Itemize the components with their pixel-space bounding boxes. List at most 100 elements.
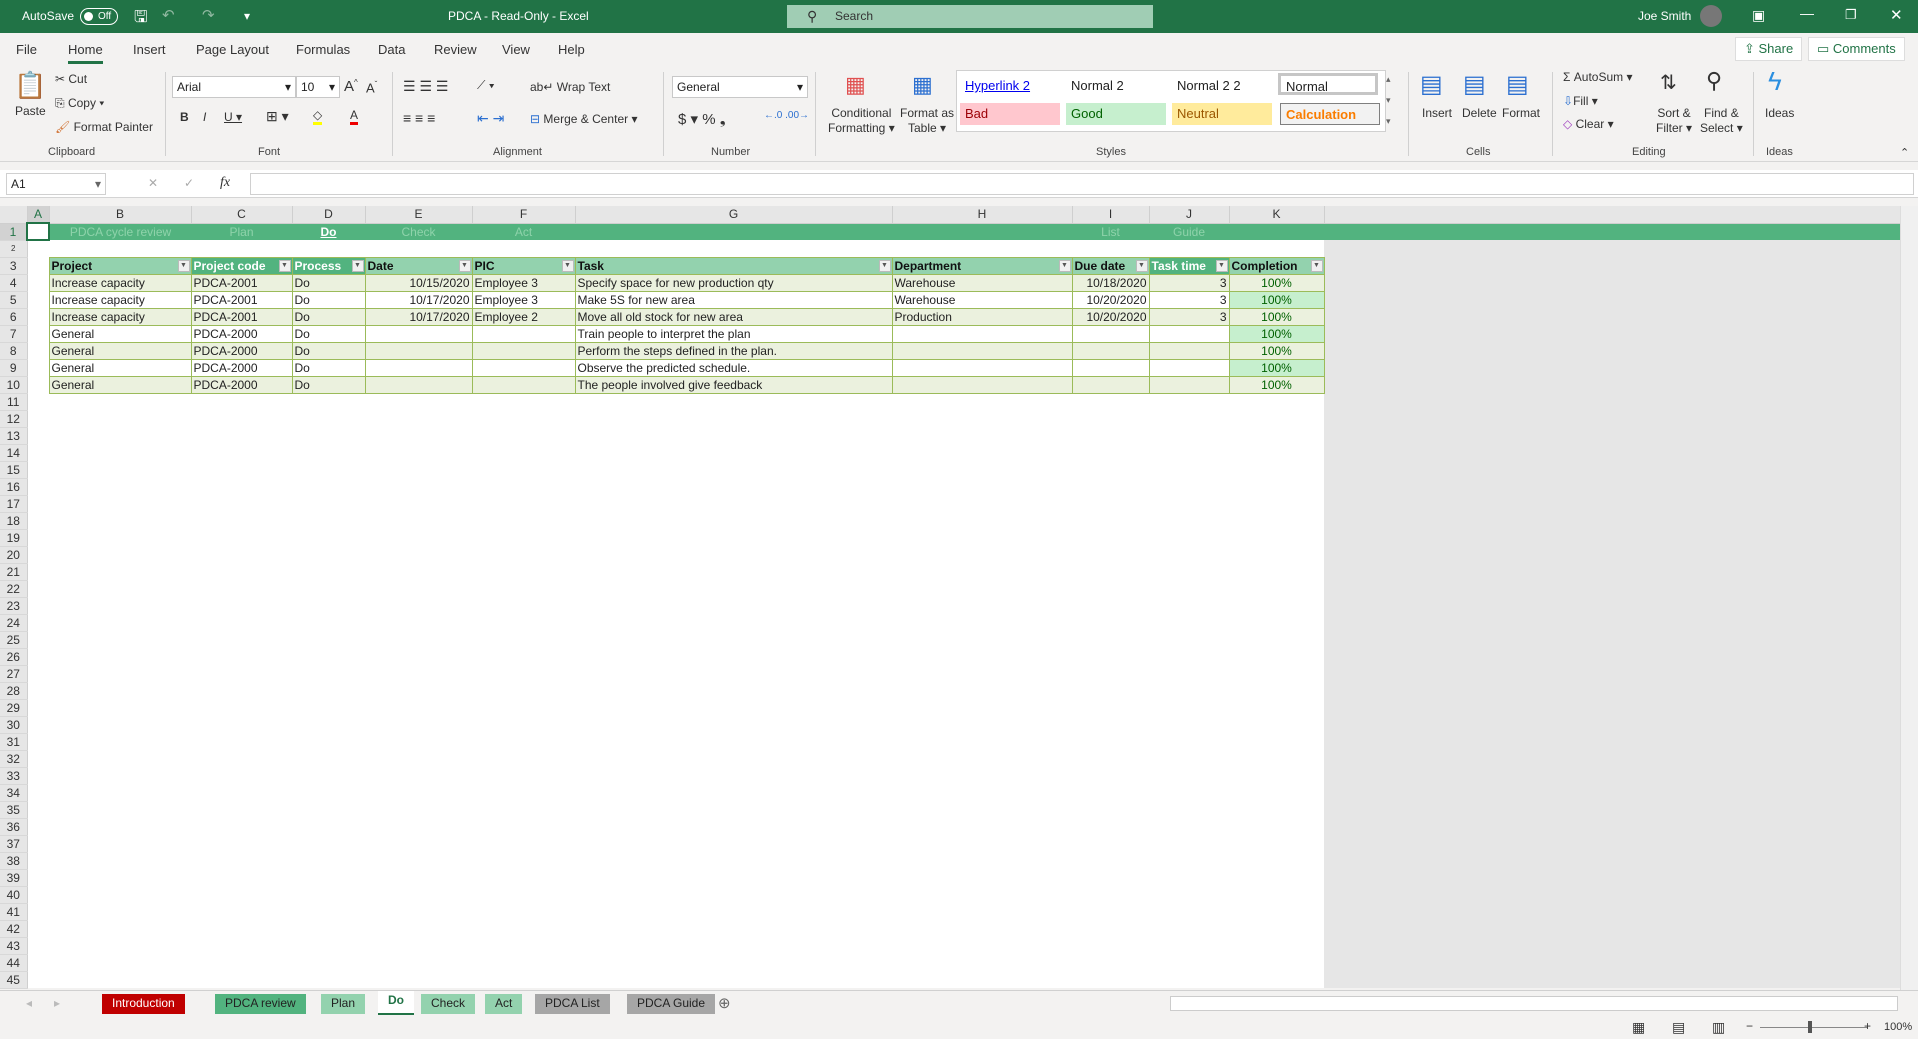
paste-button[interactable]: Paste	[15, 104, 46, 118]
format-cells-button[interactable]: Format	[1502, 106, 1540, 120]
cell[interactable]	[472, 971, 575, 988]
name-box[interactable]: A1 ▾	[6, 173, 106, 195]
cell[interactable]	[27, 869, 49, 886]
cell[interactable]	[191, 971, 292, 988]
cell[interactable]	[1149, 801, 1229, 818]
font-size-select[interactable]: 10 ▾	[296, 76, 340, 98]
cell[interactable]	[1149, 784, 1229, 801]
filter-dropdown-icon[interactable]: ▼	[1135, 259, 1148, 272]
column-header-I[interactable]: I	[1072, 206, 1150, 224]
cell[interactable]	[27, 410, 49, 427]
cell[interactable]	[49, 393, 191, 410]
cell[interactable]	[1149, 580, 1229, 597]
row-header-18[interactable]: 18	[0, 512, 28, 530]
cell[interactable]	[892, 461, 1072, 478]
cell[interactable]	[365, 767, 472, 784]
page-break-view-icon[interactable]: ▥	[1712, 1019, 1725, 1036]
row-header-6[interactable]: 6	[0, 308, 28, 326]
column-header-G[interactable]: G	[575, 206, 893, 224]
cell[interactable]	[1149, 240, 1229, 257]
cell[interactable]	[1229, 920, 1324, 937]
cell[interactable]	[575, 563, 892, 580]
row-header-41[interactable]: 41	[0, 903, 28, 921]
row-header-12[interactable]: 12	[0, 410, 28, 428]
cell[interactable]	[191, 733, 292, 750]
autosave-toggle[interactable]: Off	[80, 8, 118, 25]
cell[interactable]	[49, 903, 191, 920]
cell[interactable]	[365, 240, 472, 257]
cell[interactable]	[1229, 427, 1324, 444]
zoom-out-icon[interactable]: −	[1746, 1019, 1753, 1033]
cell[interactable]	[292, 461, 365, 478]
cell[interactable]	[472, 410, 575, 427]
page-layout-view-icon[interactable]: ▤	[1672, 1019, 1685, 1036]
table-cell[interactable]: General	[48, 324, 192, 343]
search-box[interactable]: ⚲ Search	[787, 5, 1153, 28]
row-header-35[interactable]: 35	[0, 801, 28, 819]
cell[interactable]	[892, 614, 1072, 631]
cell[interactable]	[472, 393, 575, 410]
filter-dropdown-icon[interactable]: ▼	[1058, 259, 1071, 272]
cell[interactable]	[892, 699, 1072, 716]
cell[interactable]	[292, 920, 365, 937]
cell[interactable]	[1229, 546, 1324, 563]
column-header-A[interactable]: A	[27, 206, 50, 224]
nav-link-cell[interactable]: Plan	[191, 223, 292, 240]
table-cell[interactable]: Employee 3	[471, 273, 576, 292]
cell[interactable]	[365, 716, 472, 733]
avatar[interactable]	[1700, 5, 1722, 27]
filter-dropdown-icon[interactable]: ▼	[878, 259, 891, 272]
cell[interactable]	[472, 852, 575, 869]
cell[interactable]	[27, 274, 49, 291]
cell[interactable]	[49, 954, 191, 971]
horizontal-scrollbar[interactable]	[1170, 996, 1898, 1011]
cell[interactable]	[27, 954, 49, 971]
cell[interactable]	[292, 801, 365, 818]
cell[interactable]	[49, 869, 191, 886]
cell[interactable]	[892, 835, 1072, 852]
cell[interactable]	[49, 529, 191, 546]
cell[interactable]	[49, 461, 191, 478]
cell[interactable]	[27, 580, 49, 597]
cell[interactable]	[27, 444, 49, 461]
filter-dropdown-icon[interactable]: ▼	[278, 259, 291, 272]
table-cell[interactable]: Warehouse	[891, 290, 1073, 309]
row-header-9[interactable]: 9	[0, 359, 28, 377]
cell[interactable]	[1229, 665, 1324, 682]
table-header-date[interactable]: Date ▼	[364, 256, 473, 275]
table-header-due-date[interactable]: Due date ▼	[1071, 256, 1150, 275]
cell[interactable]	[292, 512, 365, 529]
cell[interactable]	[1149, 495, 1229, 512]
table-header-task-time[interactable]: Task time ▼	[1148, 256, 1230, 275]
cell[interactable]	[365, 546, 472, 563]
table-cell[interactable]: 100%	[1228, 324, 1325, 343]
cell[interactable]	[365, 580, 472, 597]
cell[interactable]	[292, 716, 365, 733]
sheet-tab-plan[interactable]: Plan	[321, 994, 366, 1014]
cell[interactable]	[1149, 716, 1229, 733]
cell[interactable]	[1149, 597, 1229, 614]
cell[interactable]	[365, 665, 472, 682]
cell[interactable]	[892, 240, 1072, 257]
zoom-slider[interactable]	[1760, 1027, 1868, 1028]
cell[interactable]	[1072, 427, 1149, 444]
column-header-K[interactable]: K	[1229, 206, 1325, 224]
cell[interactable]	[575, 597, 892, 614]
cell[interactable]	[472, 937, 575, 954]
cell[interactable]	[892, 410, 1072, 427]
currency-icon[interactable]: $ ▾ % ❟	[678, 110, 726, 128]
cell[interactable]	[575, 835, 892, 852]
cell[interactable]	[1149, 818, 1229, 835]
insert-function-button[interactable]: fx	[220, 175, 230, 191]
cell[interactable]	[1149, 699, 1229, 716]
cell[interactable]	[49, 614, 191, 631]
row-header-17[interactable]: 17	[0, 495, 28, 513]
cell[interactable]	[892, 495, 1072, 512]
cell[interactable]	[892, 444, 1072, 461]
cell[interactable]	[49, 920, 191, 937]
cell[interactable]	[191, 801, 292, 818]
table-cell[interactable]	[891, 375, 1073, 394]
table-cell[interactable]: Warehouse	[891, 273, 1073, 292]
table-cell[interactable]: PDCA-2001	[190, 290, 293, 309]
cell[interactable]	[1229, 767, 1324, 784]
